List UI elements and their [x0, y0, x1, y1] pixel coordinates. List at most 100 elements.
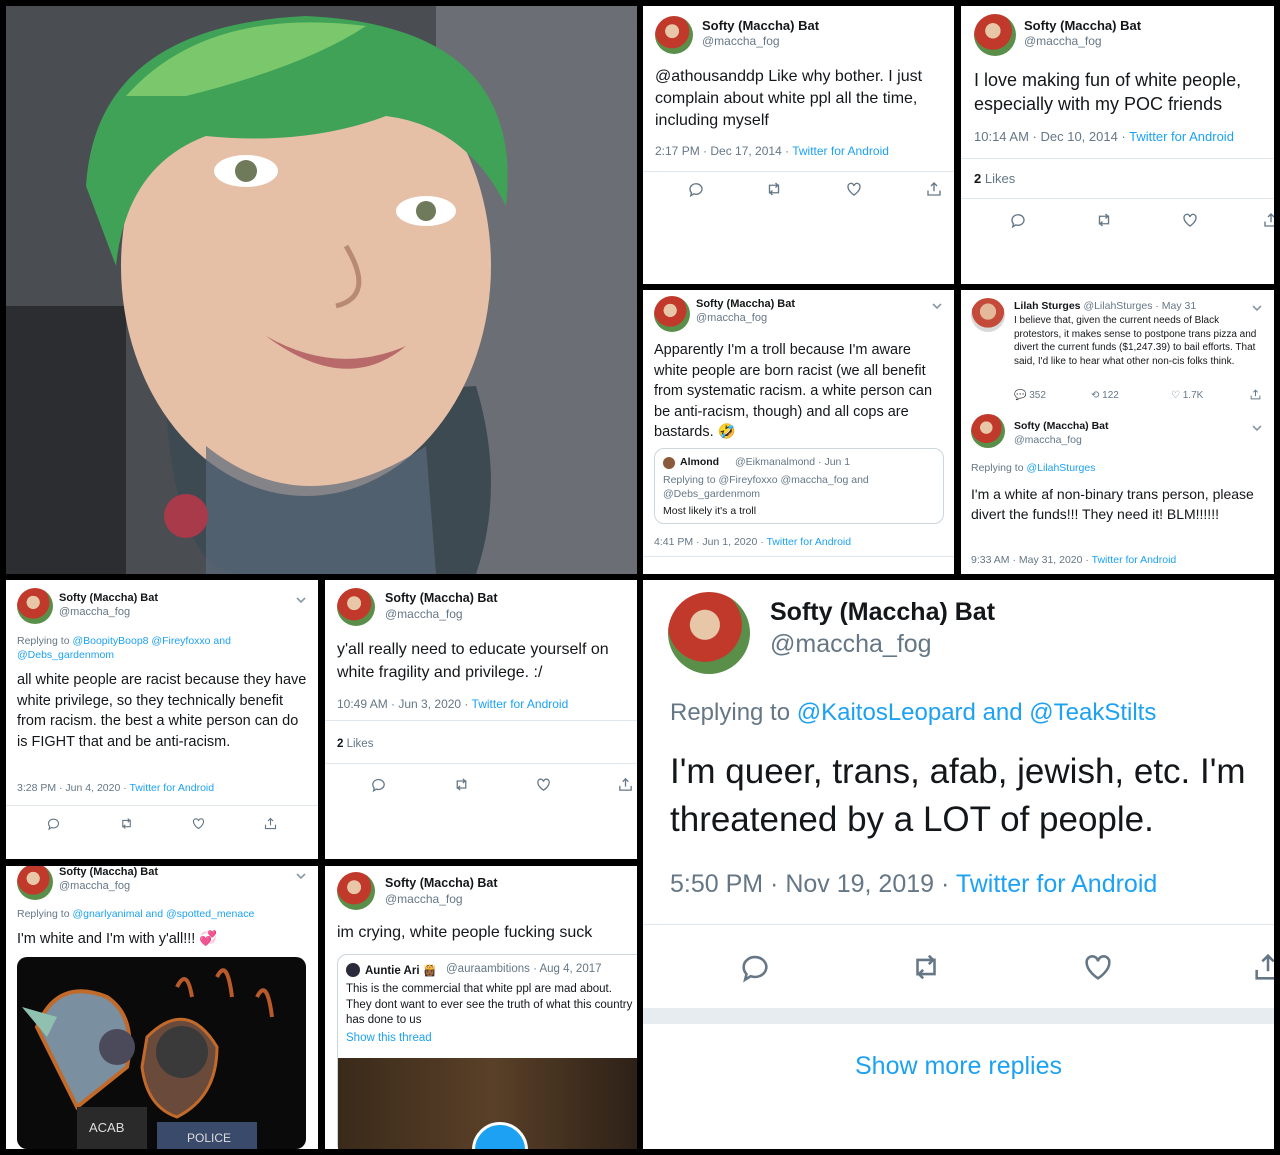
tweet-panel-2: Softy (Maccha) Bat @maccha_fog I love ma…: [961, 6, 1274, 284]
retweet-count[interactable]: ⟲ 122: [1091, 390, 1119, 401]
user-handle[interactable]: @maccha_fog: [1014, 434, 1082, 446]
tweet-panel-7: Softy (Maccha) Bat @maccha_fog Replying …: [6, 866, 318, 1149]
chevron-down-icon[interactable]: [932, 298, 942, 310]
reply-icon[interactable]: [687, 180, 705, 198]
retweet-icon[interactable]: [1095, 211, 1113, 229]
show-thread-link[interactable]: Show this thread: [346, 1032, 432, 1044]
divider: [961, 198, 1274, 199]
chevron-down-icon[interactable]: [1252, 300, 1262, 312]
share-icon[interactable]: [925, 180, 943, 198]
retweet-icon[interactable]: [765, 180, 783, 198]
likes-count[interactable]: 2 Likes: [337, 738, 373, 750]
user-handle[interactable]: @maccha_fog: [385, 607, 463, 621]
retweet-icon[interactable]: [909, 950, 943, 984]
play-icon[interactable]: [472, 1122, 528, 1149]
divider: [643, 556, 954, 557]
tweet-text: y'all really need to educate yourself on…: [337, 641, 609, 681]
tweet-panel-6: Softy (Maccha) Bat @maccha_fog y'all rea…: [325, 580, 637, 859]
mention-link[interactable]: @LilahSturges: [1026, 462, 1095, 474]
tweet-timestamp: 3:28 PM · Jun 4, 2020 · Twitter for Andr…: [17, 782, 215, 794]
avatar[interactable]: [655, 16, 693, 54]
avatar[interactable]: [337, 588, 375, 626]
reply-icon[interactable]: [46, 816, 61, 831]
tweet-timestamp: 9:33 AM · May 31, 2020 · Twitter for And…: [971, 554, 1177, 566]
user-handle[interactable]: @maccha_fog: [696, 312, 767, 324]
tweet-text: @athousanddp Like why bother. I just com…: [655, 68, 923, 129]
quote-text: This is the commercial that white ppl ar…: [346, 983, 633, 1026]
display-name[interactable]: Softy (Maccha) Bat: [385, 591, 498, 605]
chevron-down-icon[interactable]: [1252, 420, 1262, 432]
like-icon[interactable]: [1181, 211, 1199, 229]
divider: [6, 805, 318, 806]
mention-link[interactable]: @KaitosLeopard and @TeakStilts: [797, 699, 1157, 726]
share-icon[interactable]: [263, 816, 278, 831]
reply-icon[interactable]: [1009, 211, 1027, 229]
section-separator: [643, 1008, 1274, 1024]
like-count[interactable]: ♡ 1.7K: [1171, 390, 1203, 401]
tweet-text: I'm white and I'm with y'all!!! 💞: [17, 931, 218, 947]
chevron-down-icon[interactable]: [296, 592, 306, 604]
avatar[interactable]: [971, 298, 1005, 332]
reply-icon[interactable]: [370, 776, 387, 793]
like-icon[interactable]: [191, 816, 206, 831]
client-link[interactable]: Twitter for Android: [766, 536, 851, 548]
tweet-timestamp: 10:14 AM · Dec 10, 2014 · Twitter for An…: [974, 129, 1234, 144]
show-more-replies-link[interactable]: Show more replies: [643, 1052, 1274, 1081]
quote-display-name: Auntie Ari 👸🏾: [365, 965, 438, 977]
tweet-text: Apparently I'm a troll because I'm aware…: [654, 342, 933, 440]
video-thumbnail[interactable]: [338, 1058, 637, 1149]
retweet-icon[interactable]: [119, 816, 134, 831]
chevron-down-icon[interactable]: [296, 868, 306, 880]
avatar[interactable]: [17, 588, 53, 624]
display-name[interactable]: Softy (Maccha) Bat: [702, 18, 819, 33]
quoted-tweet[interactable]: Almond @Eikmanalmond · Jun 1 Replying to…: [654, 448, 944, 524]
avatar[interactable]: [654, 296, 690, 332]
like-icon[interactable]: [845, 180, 863, 198]
like-icon[interactable]: [1081, 950, 1115, 984]
avatar[interactable]: [974, 14, 1016, 56]
reply-count[interactable]: 💬 352: [1014, 390, 1046, 401]
avatar[interactable]: [668, 592, 750, 674]
tweet-panel-4: Lilah Sturges @LilahSturges · May 31 I b…: [961, 290, 1274, 574]
reply-icon[interactable]: [738, 950, 772, 984]
client-link[interactable]: Twitter for Android: [1129, 129, 1234, 144]
user-handle[interactable]: @maccha_fog: [1024, 34, 1102, 48]
avatar[interactable]: [337, 872, 375, 910]
tweet-panel-1: Softy (Maccha) Bat @maccha_fog @athousan…: [643, 6, 954, 284]
tweet-text: I'm queer, trans, afab, jewish, etc. I'm…: [670, 752, 1246, 839]
share-icon[interactable]: [1249, 388, 1262, 401]
client-link[interactable]: Twitter for Android: [792, 144, 889, 158]
mention-link[interactable]: @gnarlyanimal and @spotted_menace: [72, 908, 254, 920]
display-name[interactable]: Softy (Maccha) Bat: [696, 298, 795, 310]
display-name[interactable]: Softy (Maccha) Bat: [770, 598, 995, 627]
user-handle[interactable]: @maccha_fog: [702, 34, 780, 48]
user-handle[interactable]: @maccha_fog: [385, 892, 463, 906]
display-name[interactable]: Softy (Maccha) Bat: [59, 592, 158, 604]
user-handle[interactable]: @maccha_fog: [770, 630, 932, 659]
display-name[interactable]: Softy (Maccha) Bat: [59, 866, 158, 878]
tweet-text: I love making fun of white people, espec…: [974, 70, 1242, 114]
display-name[interactable]: Softy (Maccha) Bat: [385, 876, 498, 890]
retweet-icon[interactable]: [453, 776, 470, 793]
avatar: [346, 963, 360, 977]
share-icon[interactable]: [1262, 211, 1274, 229]
client-link[interactable]: Twitter for Android: [956, 870, 1157, 898]
avatar: [663, 457, 675, 469]
client-link[interactable]: Twitter for Android: [472, 697, 569, 711]
display-name[interactable]: Softy (Maccha) Bat: [1024, 18, 1141, 33]
user-handle[interactable]: @maccha_fog: [59, 880, 130, 892]
user-handle[interactable]: @maccha_fog: [59, 606, 130, 618]
avatar[interactable]: [17, 866, 53, 900]
share-icon[interactable]: [617, 776, 634, 793]
display-name[interactable]: Lilah Sturges @LilahSturges · May 31: [1014, 300, 1196, 312]
client-link[interactable]: Twitter for Android: [129, 782, 214, 794]
avatar[interactable]: [971, 414, 1005, 448]
client-link[interactable]: Twitter for Android: [1092, 554, 1177, 566]
likes-count[interactable]: 2 Likes: [974, 171, 1015, 186]
quoted-tweet[interactable]: Auntie Ari 👸🏾 @auraambitions · Aug 4, 20…: [337, 954, 637, 1149]
display-name[interactable]: Softy (Maccha) Bat: [1014, 420, 1109, 432]
tweet-panel-3: Softy (Maccha) Bat @maccha_fog Apparentl…: [643, 290, 954, 574]
attached-image[interactable]: ACAB POLICE: [17, 957, 306, 1149]
like-icon[interactable]: [535, 776, 552, 793]
share-icon[interactable]: [1251, 950, 1274, 984]
